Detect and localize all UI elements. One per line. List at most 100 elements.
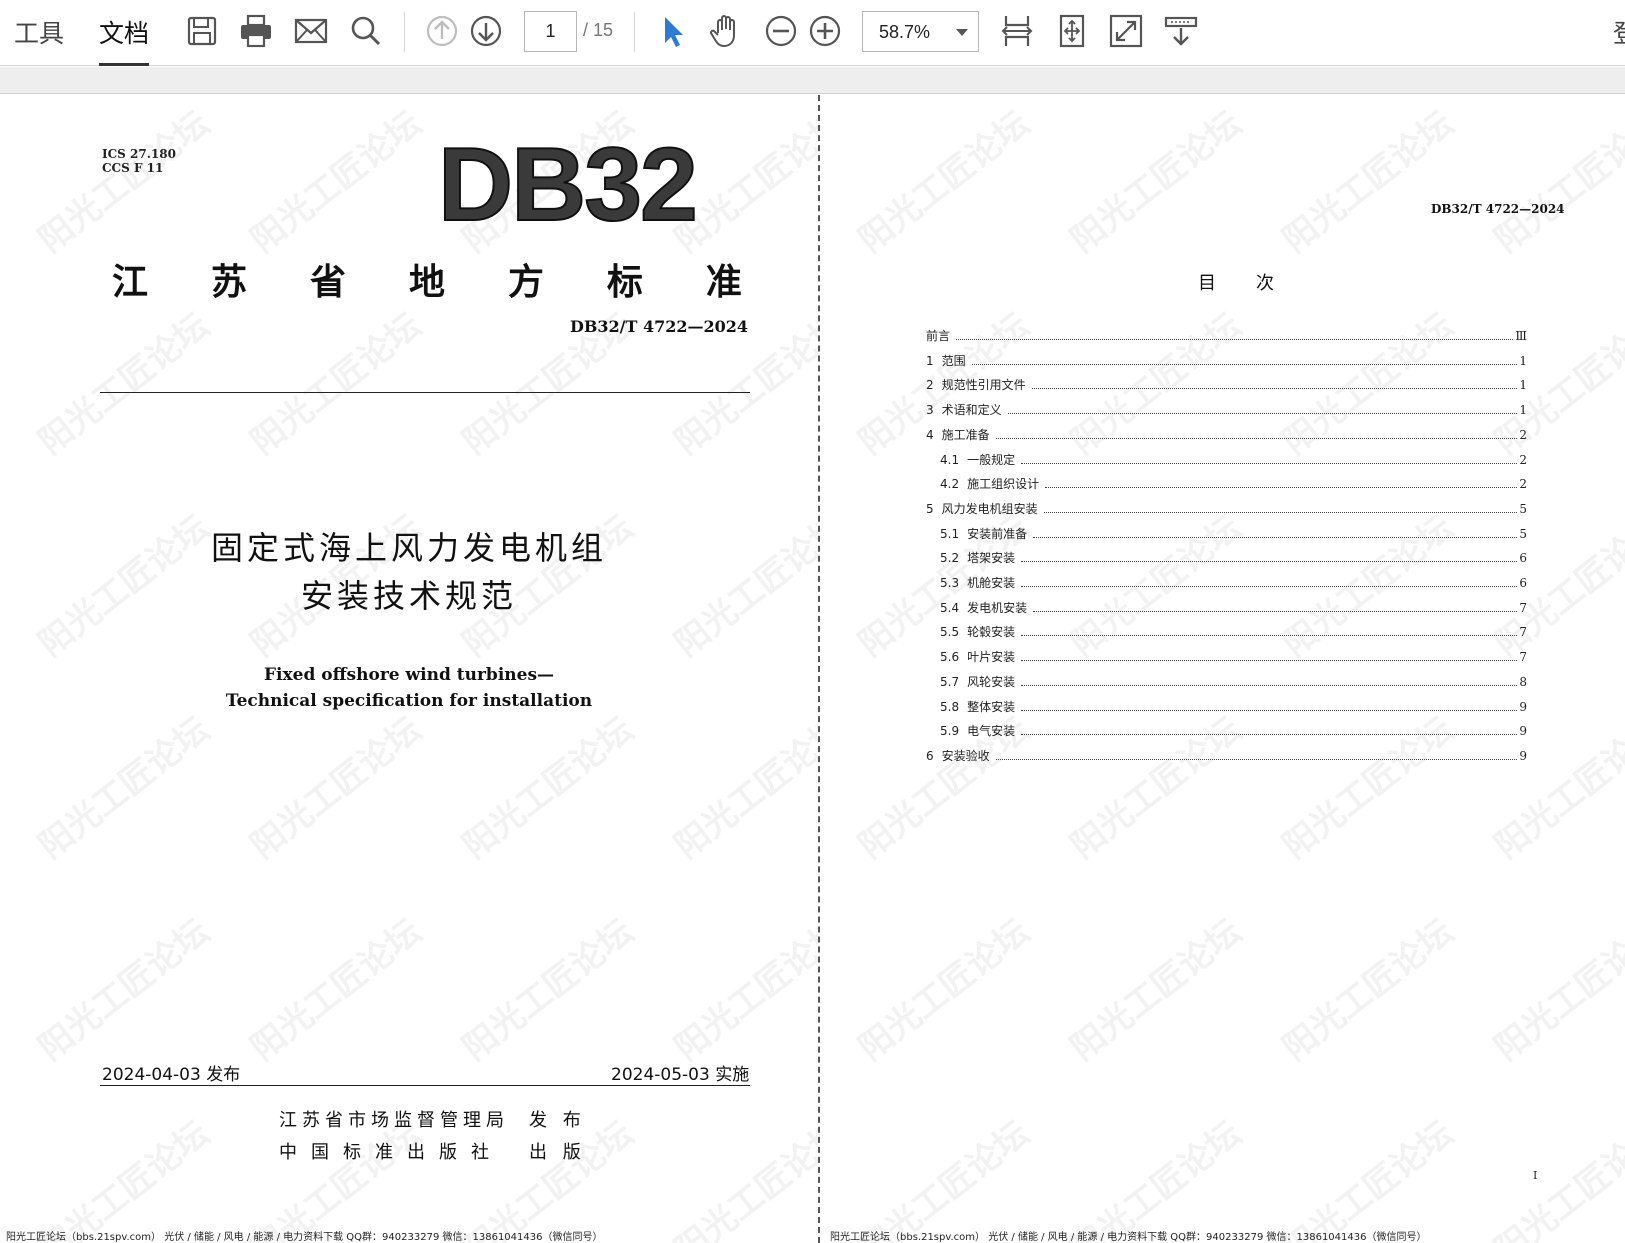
standard-number: DB32/T 4722—2024: [570, 317, 749, 336]
toc-entry-number: 1: [926, 353, 934, 368]
email-icon[interactable]: [291, 11, 331, 51]
toc-leader-dots: [1033, 536, 1518, 538]
toc-entry[interactable]: 5.1 安装前准备 5: [926, 525, 1527, 545]
toc-entry[interactable]: 前言 Ⅲ: [926, 327, 1527, 347]
toc-entry-page: 7: [1519, 625, 1527, 640]
chevron-down-icon: [956, 29, 968, 36]
toc-entry-number: 5.5: [940, 625, 960, 640]
fullscreen-icon[interactable]: [1106, 11, 1146, 51]
toc-entry-number: 5.9: [940, 724, 960, 739]
toc-entry[interactable]: 5.7 风轮安装 8: [926, 673, 1527, 693]
toc-entry-label: 风轮安装: [967, 674, 1016, 689]
toc-leader-dots: [1021, 561, 1518, 563]
publisher-name: 江苏省市场监督管理局: [279, 1110, 509, 1131]
toc-entry-label: 规范性引用文件: [941, 378, 1026, 393]
watermark: 阳光工匠论坛: [1063, 1113, 1249, 1243]
watermark: 阳光工匠论坛: [31, 911, 217, 1069]
toc-entry[interactable]: 5 风力发电机组安装 5: [926, 500, 1527, 520]
save-icon[interactable]: [182, 11, 222, 51]
toc-entry-page: 6: [1519, 551, 1527, 566]
toc-title: 目次: [1198, 273, 1314, 294]
toc-leader-dots: [1031, 388, 1518, 390]
next-page-icon[interactable]: [466, 11, 506, 51]
watermark: 阳光工匠论坛: [243, 305, 429, 463]
page-number-input[interactable]: 1: [524, 11, 577, 52]
toc-leader-dots: [1021, 684, 1518, 686]
watermark: 阳光工匠论坛: [851, 911, 1037, 1069]
select-tool-icon[interactable]: [653, 11, 693, 51]
ccs-code: CCS F 11: [102, 161, 164, 175]
title-char: 方: [507, 262, 544, 303]
toc-leader-dots: [1021, 734, 1518, 736]
watermark: 阳光工匠论坛: [455, 911, 641, 1069]
toc-entry[interactable]: 3 术语和定义 1: [926, 401, 1527, 421]
tab-tools[interactable]: 工具: [14, 14, 64, 54]
toc-entry[interactable]: 5.3 机舱安装 6: [926, 574, 1527, 594]
toc-leader-dots: [1021, 462, 1518, 464]
prev-page-icon[interactable]: [422, 11, 462, 51]
toc-entry[interactable]: 6 安装验收 9: [926, 747, 1527, 767]
ics-code: ICS 27.180: [102, 147, 176, 161]
toc-entry[interactable]: 5.2 塔架安装 6: [926, 549, 1527, 569]
watermark: 阳光工匠论坛: [851, 103, 1037, 261]
divider-line: [100, 392, 750, 393]
toc-leader-dots: [1021, 586, 1518, 587]
title-char: 江: [112, 262, 149, 303]
watermark: 阳光工匠论坛: [455, 709, 641, 867]
toc-entry-label: 施工组织设计: [967, 477, 1040, 492]
toc-entry[interactable]: 5.4 发电机安装 7: [926, 599, 1527, 619]
chinese-title-line1: 固定式海上风力发电机组: [210, 529, 607, 567]
toc-entry-number: 5.2: [940, 551, 960, 566]
title-char: 准: [705, 262, 742, 303]
toc-entry-page: 9: [1519, 748, 1527, 763]
cover-page: 阳光工匠论坛 阳光工匠论坛 阳光工匠论坛 阳光工匠论坛 阳光工匠论坛 阳光工匠论坛 阳光工匠…: [0, 95, 818, 1243]
zoom-out-icon[interactable]: [761, 11, 801, 51]
zoom-select[interactable]: 58.7%: [862, 11, 979, 52]
title-char: 标: [606, 262, 643, 303]
english-title-line2: Technical specification for installation: [225, 691, 593, 711]
fit-width-icon[interactable]: [997, 11, 1037, 51]
toc-entry[interactable]: 5.5 轮毂安装 7: [926, 623, 1527, 643]
toc-entry-number: 5.1: [940, 526, 960, 541]
fit-page-icon[interactable]: [1052, 11, 1092, 51]
toc-leader-dots: [1021, 709, 1518, 711]
hand-tool-icon[interactable]: [706, 11, 746, 51]
toc-entry-label: 整体安装: [967, 699, 1016, 714]
press-name: 中国标准出版社: [279, 1142, 503, 1163]
watermark: 阳光工匠论坛: [1063, 911, 1249, 1069]
toc-leader-dots: [995, 437, 1518, 439]
toc-entry-number: 5: [926, 501, 934, 516]
tab-document[interactable]: 文档: [99, 14, 150, 66]
toc-leader-dots: [1021, 635, 1518, 637]
toc-leader-dots: [1045, 487, 1518, 489]
ics-classification: ICS 27.180 CCS F 11: [102, 147, 176, 175]
read-mode-icon[interactable]: [1161, 11, 1201, 51]
toc-leader-dots: [1021, 660, 1518, 662]
watermark: 阳光工匠论坛: [1487, 103, 1625, 261]
watermark: 阳光工匠论坛: [31, 103, 217, 261]
login-label[interactable]: 登: [1613, 14, 1625, 50]
watermark: 阳光工匠论坛: [1275, 1113, 1461, 1243]
toc-entry-page: 1: [1519, 353, 1527, 368]
toc-entry[interactable]: 4 施工准备 2: [926, 426, 1527, 446]
toc-entry-number: 5.7: [940, 674, 960, 689]
toc-entry[interactable]: 2 规范性引用文件 1: [926, 376, 1527, 396]
toc-entry-label: 塔架安装: [967, 551, 1016, 566]
toc-entry[interactable]: 4.1 一般规定 2: [926, 451, 1527, 471]
print-icon[interactable]: [236, 11, 276, 51]
toc-entry[interactable]: 5.9 电气安装 9: [926, 722, 1527, 742]
toc-entry[interactable]: 5.6 叶片安装 7: [926, 648, 1527, 668]
toc-entry-page: 9: [1519, 699, 1527, 714]
watermark: 阳光工匠论坛: [31, 709, 217, 867]
toc-entry[interactable]: 4.2 施工组织设计 2: [926, 475, 1527, 495]
watermark: 阳光工匠论坛: [243, 103, 429, 261]
toc-leader-dots: [1007, 413, 1518, 415]
zoom-in-icon[interactable]: [805, 11, 845, 51]
toc-entry[interactable]: 5.8 整体安装 9: [926, 698, 1527, 718]
toc-entry-number: 4.2: [940, 477, 960, 492]
toc-entry[interactable]: 1 范围 1: [926, 352, 1527, 372]
toc-leader-dots: [1043, 511, 1518, 513]
watermark: 阳光工匠论坛: [1275, 911, 1461, 1069]
search-icon[interactable]: [346, 11, 386, 51]
toc-page: 阳光工匠论坛 阳光工匠论坛 阳光工匠论坛 阳光工匠论坛 阳光工匠论坛 阳光工匠论坛 阳光工匠…: [820, 95, 1625, 1243]
